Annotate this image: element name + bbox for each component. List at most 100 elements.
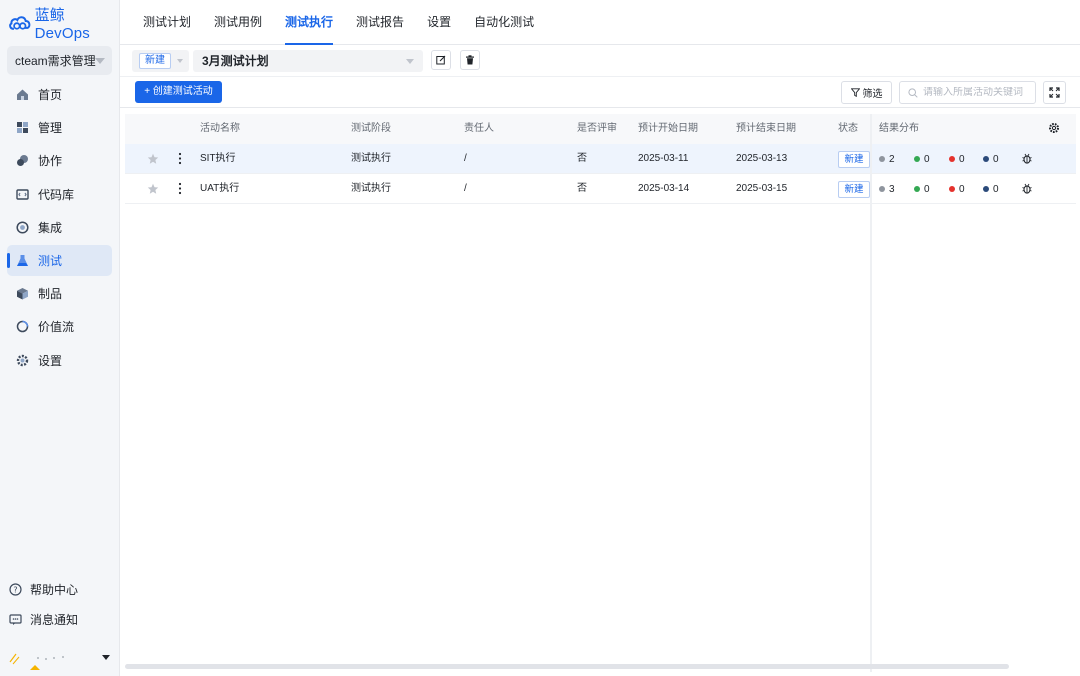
column-header-end-date: 预计结束日期 — [736, 123, 796, 134]
test-flask-icon — [17, 254, 28, 266]
activity-name[interactable]: UAT执行 — [200, 174, 239, 204]
search-icon — [908, 87, 918, 98]
tab-settings[interactable]: 设置 — [427, 0, 451, 45]
integration-icon — [16, 221, 29, 234]
cloud-logo-icon — [9, 16, 31, 30]
result-failed: 0 — [949, 144, 965, 174]
bug-icon[interactable] — [1022, 183, 1032, 194]
trash-icon — [466, 55, 474, 65]
brand-name: 蓝鲸DevOps — [34, 7, 90, 42]
tab-test-cases[interactable]: 测试用例 — [214, 0, 262, 45]
filter-button[interactable]: 筛选 — [841, 81, 892, 104]
create-test-activity-button[interactable]: + 创建测试活动 — [135, 81, 222, 103]
sidebar-item-test[interactable]: 测试 — [7, 244, 112, 276]
activity-start-date: 2025-03-14 — [638, 183, 690, 194]
sidebar-item-label: 集成 — [38, 220, 63, 235]
result-blocked: 0 — [983, 174, 999, 204]
green-dot-icon — [914, 186, 920, 192]
gray-dot-icon — [879, 186, 885, 192]
activity-stage: 测试执行 — [351, 153, 391, 164]
more-vertical-icon[interactable] — [178, 182, 182, 195]
sidebar-item-integration[interactable]: 集成 — [7, 212, 112, 243]
result-pending: 3 — [879, 174, 895, 204]
column-header-start-date: 预计开始日期 — [638, 123, 698, 134]
notifications-link[interactable]: 消息通知 — [0, 604, 119, 634]
activity-review: 否 — [577, 183, 587, 194]
results-panel-divider — [870, 114, 872, 672]
filter-label: 筛选 — [862, 89, 883, 100]
activity-name[interactable]: SIT执行 — [200, 144, 236, 174]
user-avatar — [9, 653, 64, 670]
sidebar-item-code-repo[interactable]: 代码库 — [7, 179, 112, 210]
sidebar-item-label: 价值流 — [38, 320, 75, 335]
tab-test-execution[interactable]: 测试执行 — [285, 0, 334, 45]
star-icon[interactable] — [147, 183, 159, 195]
column-settings-icon[interactable] — [1048, 122, 1060, 134]
table-header: 活动名称 测试阶段 责任人 是否评审 预计开始日期 预计结束日期 状态 结果分布 — [125, 114, 1076, 144]
search-box[interactable] — [899, 81, 1036, 104]
user-menu[interactable] — [8, 648, 112, 670]
sidebar-item-settings[interactable]: 设置 — [7, 345, 112, 376]
activity-stage: 测试执行 — [351, 183, 391, 194]
edit-plan-button[interactable] — [431, 50, 451, 70]
activity-review: 否 — [577, 153, 587, 164]
plan-status-select[interactable]: 新建 — [132, 50, 189, 72]
brand-logo[interactable]: 蓝鲸DevOps — [8, 7, 119, 42]
filter-icon — [850, 88, 860, 97]
bug-icon[interactable] — [1022, 153, 1032, 164]
result-failed: 0 — [949, 174, 965, 204]
result-pending: 2 — [879, 144, 895, 174]
home-icon — [17, 89, 28, 100]
manage-icon — [17, 122, 28, 134]
table-row[interactable]: UAT执行 测试执行 / 否 2025-03-14 2025-03-15 新建 … — [125, 174, 1076, 204]
result-count: 0 — [924, 183, 930, 195]
search-input[interactable] — [923, 87, 1035, 98]
delete-plan-button[interactable] — [460, 50, 480, 70]
fullscreen-button[interactable] — [1043, 81, 1066, 104]
project-selector[interactable]: cteam需求管理 — [7, 46, 112, 75]
column-header-status: 状态 — [838, 123, 858, 134]
help-center-label: 帮助中心 — [30, 582, 79, 597]
navy-dot-icon — [983, 186, 989, 192]
help-center-link[interactable]: ? 帮助中心 — [0, 574, 119, 604]
sidebar-item-label: 首页 — [38, 88, 63, 102]
sidebar-item-artifact[interactable]: 制品 — [7, 278, 112, 309]
plan-status-badge: 新建 — [139, 53, 171, 69]
red-dot-icon — [949, 186, 955, 192]
activity-table: 活动名称 测试阶段 责任人 是否评审 预计开始日期 预计结束日期 状态 结果分布… — [125, 114, 1076, 672]
gray-dot-icon — [879, 156, 885, 162]
column-header-name: 活动名称 — [200, 123, 240, 134]
horizontal-scrollbar[interactable] — [125, 664, 1009, 669]
table-row[interactable]: SIT执行 测试执行 / 否 2025-03-11 2025-03-13 新建 … — [125, 144, 1076, 174]
plan-bar: 新建 3月测试计划 — [120, 45, 1080, 77]
result-passed: 0 — [914, 144, 930, 174]
toolbar: + 创建测试活动 筛选 — [120, 77, 1080, 108]
sidebar-item-manage[interactable]: 管理 — [7, 112, 112, 143]
code-repo-icon — [16, 188, 29, 200]
result-passed: 0 — [914, 174, 930, 204]
navy-dot-icon — [983, 156, 989, 162]
plan-selector[interactable]: 3月测试计划 — [193, 50, 423, 72]
sidebar-item-label: 代码库 — [38, 187, 75, 202]
result-count: 0 — [993, 183, 999, 195]
sidebar: 蓝鲸DevOps cteam需求管理 首页 管理 协作 代码库 集成 测试 制品… — [0, 0, 120, 676]
sidebar-item-label: 协作 — [38, 154, 63, 169]
tab-test-plan[interactable]: 测试计划 — [143, 0, 191, 45]
collaboration-icon — [17, 155, 28, 167]
plan-name: 3月测试计划 — [202, 54, 269, 68]
tab-test-report[interactable]: 测试报告 — [356, 0, 404, 45]
result-blocked: 0 — [983, 144, 999, 174]
help-icon: ? — [9, 582, 22, 596]
tab-automation[interactable]: 自动化测试 — [474, 0, 534, 45]
result-count: 3 — [889, 183, 895, 195]
app-root: 蓝鲸DevOps cteam需求管理 首页 管理 协作 代码库 集成 测试 制品… — [0, 0, 1080, 676]
sidebar-nav: 首页 管理 协作 代码库 集成 测试 制品 价值流 设置 — [7, 79, 112, 378]
more-vertical-icon[interactable] — [178, 152, 182, 165]
sidebar-item-home[interactable]: 首页 — [7, 79, 112, 110]
sidebar-item-value-stream[interactable]: 价值流 — [7, 311, 112, 342]
result-count: 0 — [959, 153, 965, 165]
sidebar-item-collaboration[interactable]: 协作 — [7, 145, 112, 176]
star-icon[interactable] — [147, 153, 159, 165]
sidebar-item-label: 设置 — [38, 353, 63, 368]
sidebar-item-label: 管理 — [38, 121, 63, 136]
